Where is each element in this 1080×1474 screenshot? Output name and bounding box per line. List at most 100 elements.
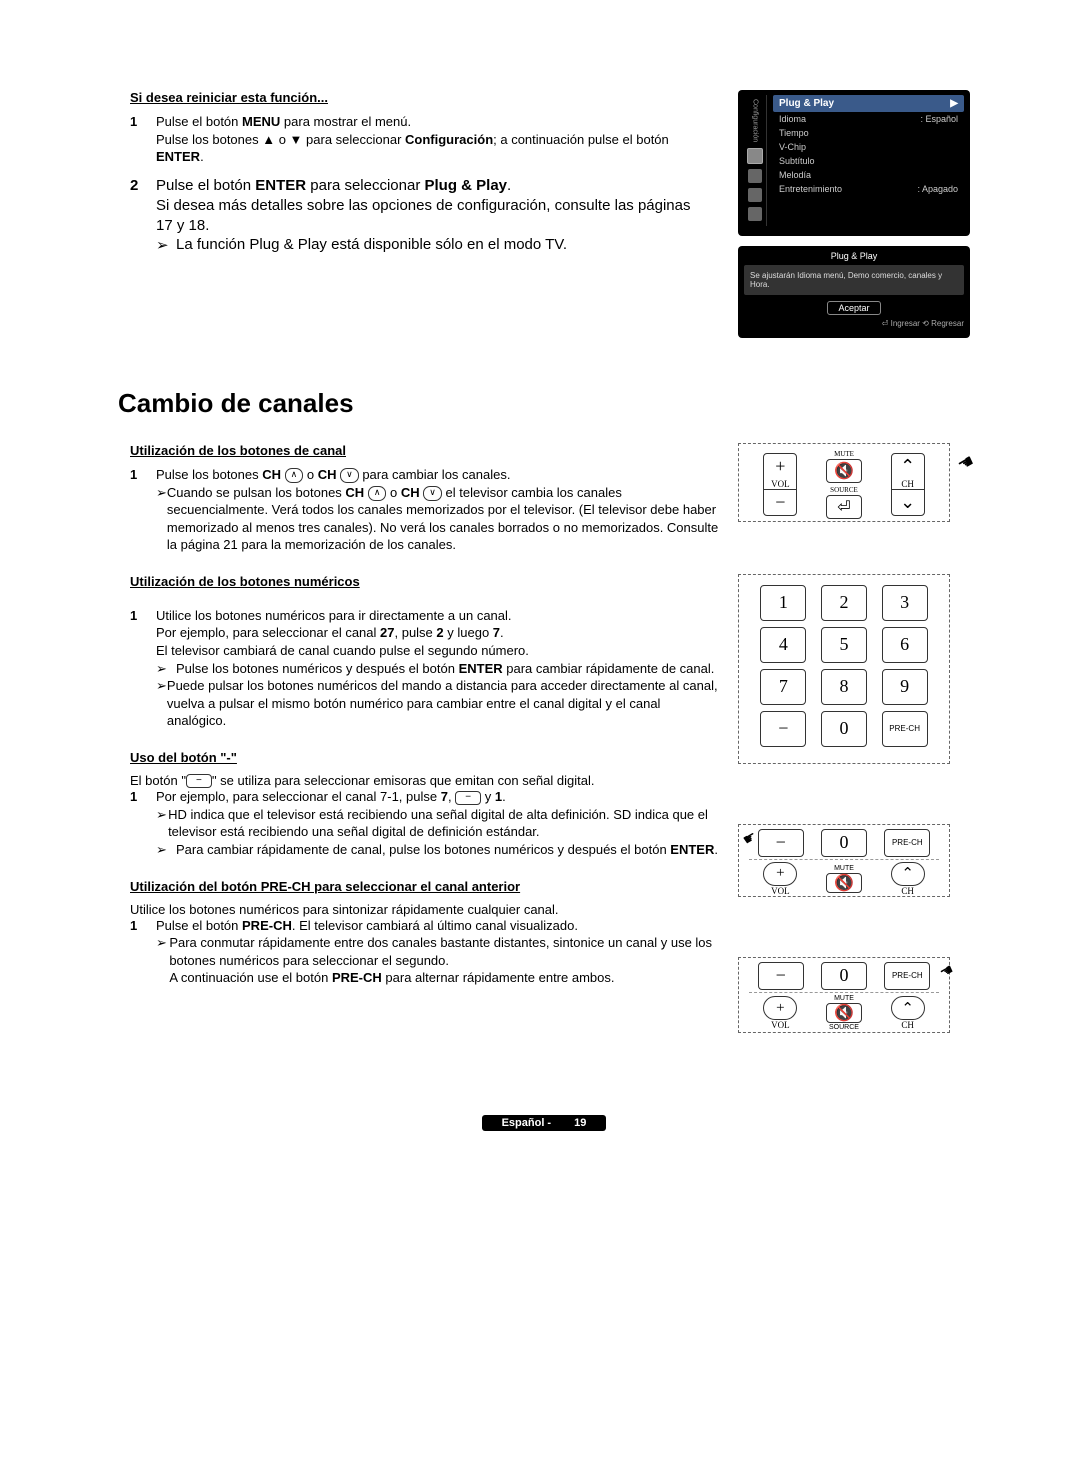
t: PRE-CH <box>332 970 382 985</box>
s4-heading: Uso del botón "-" <box>130 750 720 765</box>
ch-down-icon: ∨ <box>340 468 359 483</box>
t: A continuación use el botón <box>169 970 332 985</box>
t: para seleccionar <box>306 177 424 194</box>
osd-item-entretenimiento: Entretenimiento <box>779 184 842 194</box>
step1-num: 1 <box>130 113 156 166</box>
s3-body: Utilice los botones numéricos para ir di… <box>156 607 720 660</box>
note-arrow-icon: ➢ <box>156 677 167 730</box>
osd-config-menu: Configuración Plug & Play▶ Idioma: Españ… <box>738 90 970 236</box>
vol-down-button: − <box>764 490 796 515</box>
mute-label: MUTE <box>834 865 854 872</box>
pointer-hand-icon: ☚ <box>936 960 957 982</box>
mute-icon: 🔇 <box>834 1003 854 1023</box>
t: Para cambiar rápidamente de canal, pulse… <box>176 842 670 857</box>
s4-note1: HD indica que el televisor está recibien… <box>168 806 720 841</box>
t: El televisor cambiará de canal cuando pu… <box>156 643 529 658</box>
t: Plug & Play <box>779 98 834 109</box>
t: . El televisor cambiará al último canal … <box>292 918 578 933</box>
osd-plugplay-dialog: Plug & Play Se ajustarán Idioma menú, De… <box>738 246 970 338</box>
ch-up-icon: ∧ <box>285 468 304 483</box>
t: para mostrar el menú. <box>280 114 411 129</box>
t: Pulse los botones <box>156 467 262 482</box>
t: CH <box>345 485 364 500</box>
s2-body: Pulse los botones CH ∧ o CH ∨ para cambi… <box>156 466 720 484</box>
osd-tab-icon <box>748 188 762 202</box>
osd-item-vchip: V-Chip <box>779 142 806 152</box>
s5-heading: Utilización del botón PRE-CH para selecc… <box>130 879 720 894</box>
osd2-footer: ⏎ Ingresar ⟲ Regresar <box>744 319 964 328</box>
keypad-0: 0 <box>821 711 867 747</box>
s3-heading: Utilización de los botones numéricos <box>130 574 720 589</box>
osd-tab-icon <box>747 148 763 164</box>
osd-item-plugplay: Plug & Play▶ <box>773 95 964 112</box>
ch-up-button: ⌃ <box>891 862 925 886</box>
s5-note: Para conmutar rápidamente entre dos cana… <box>169 934 720 987</box>
t: , <box>448 789 455 804</box>
keypad-8: 8 <box>821 669 867 705</box>
s3-note2: Puede pulsar los botones numéricos del m… <box>167 677 720 730</box>
osd-item-idioma-val: : Español <box>920 114 958 124</box>
step2-note: La función Plug & Play está disponible s… <box>176 236 567 254</box>
osd2-msg: Se ajustarán Idioma menú, Demo comercio,… <box>744 265 964 295</box>
s5-intro: Utilice los botones numéricos para sinto… <box>130 902 720 917</box>
t: ENTER <box>670 842 714 857</box>
vol-label: VOL <box>771 1020 790 1030</box>
t: ENTER <box>459 661 503 676</box>
remote-vol-ch-diagram: + VOL − MUTE 🔇 SOURCE ⏎ <box>738 443 950 522</box>
note-arrow-icon: ➢ <box>156 484 167 554</box>
t: Pulse los botones numéricos y después el… <box>176 661 459 676</box>
dash-key-icon <box>455 791 481 805</box>
ch-up-button: ⌃ <box>892 454 924 479</box>
mute-icon: 🔇 <box>834 873 854 893</box>
ch-label: CH <box>901 886 914 896</box>
t: Plug & Play <box>425 177 508 194</box>
keypad-9: 9 <box>882 669 928 705</box>
t: para cambiar rápidamente de canal. <box>503 661 715 676</box>
t: " se utiliza para seleccionar emisoras q… <box>212 773 595 788</box>
note-arrow-icon: ➢ <box>156 841 176 859</box>
osd-tab-icon <box>748 207 762 221</box>
vol-up-button: + <box>764 454 796 479</box>
note-arrow-icon: ➢ <box>156 934 169 987</box>
mute-button: 🔇 <box>826 873 862 893</box>
s2-heading: Utilización de los botones de canal <box>130 443 720 458</box>
s5-body: Pulse el botón PRE-CH. El televisor camb… <box>156 917 720 935</box>
keypad-7: 7 <box>760 669 806 705</box>
note-arrow-icon: ➢ <box>156 660 176 678</box>
mute-label: MUTE <box>834 450 854 458</box>
remote-dash-diagram: − 0 PRE-CH + VOL MUTE 🔇 ⌃ CH <box>738 824 950 897</box>
vol-up-button: + <box>763 996 797 1020</box>
s3-num: 1 <box>130 607 156 660</box>
t: y luego <box>444 625 493 640</box>
t: Pulse los botones ▲ o ▼ para seleccionar <box>156 132 405 147</box>
t: CH <box>262 467 281 482</box>
t: Cuando se pulsan los botones <box>167 485 346 500</box>
main-heading: Cambio de canales <box>118 388 970 419</box>
step2-num: 2 <box>130 176 156 237</box>
t: o <box>390 485 401 500</box>
t: Pulse el botón <box>156 918 242 933</box>
source-label: SOURCE <box>829 1024 859 1031</box>
keypad-6: 6 <box>882 627 928 663</box>
t: MENU <box>242 114 280 129</box>
mute-label: MUTE <box>834 995 854 1002</box>
note-arrow-icon: ➢ <box>156 236 176 254</box>
t: Por ejemplo, para seleccionar el canal <box>156 625 380 640</box>
vol-label: VOL <box>771 479 790 489</box>
t: o <box>307 467 318 482</box>
remote-prech-diagram: − 0 PRE-CH + VOL MUTE 🔇 SOURCE ⌃ <box>738 957 950 1033</box>
osd-sidebar-label: Configuración <box>752 99 759 142</box>
t: . <box>714 842 718 857</box>
remote-keypad-diagram: 1 2 3 4 5 6 7 8 9 − 0 PRE-CH <box>738 574 950 764</box>
t: . <box>507 177 511 194</box>
t: y <box>481 789 495 804</box>
vol-label: VOL <box>771 886 790 896</box>
s4-note2: Para cambiar rápidamente de canal, pulse… <box>176 841 718 859</box>
keypad-dash: − <box>758 829 804 857</box>
t: ENTER <box>255 177 306 194</box>
t: . <box>200 149 204 164</box>
footer-page: 19 <box>564 1115 596 1131</box>
keypad-4: 4 <box>760 627 806 663</box>
t: Configuración <box>405 132 493 147</box>
t: para alternar rápidamente entre ambos. <box>382 970 615 985</box>
